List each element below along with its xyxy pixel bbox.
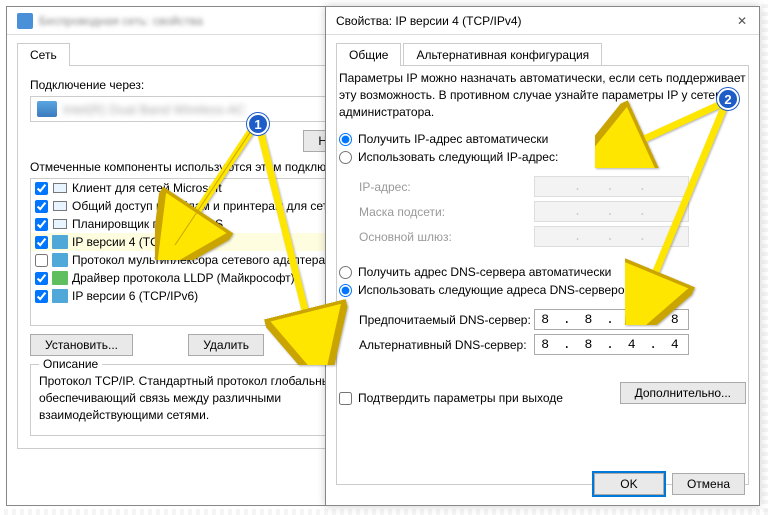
annotation-arrow-2b — [625, 100, 735, 328]
decorative-edge — [0, 509, 768, 515]
install-button[interactable]: Установить... — [30, 334, 133, 356]
adapter-card-icon — [37, 101, 57, 117]
component-checkbox[interactable] — [35, 272, 48, 285]
ip-address-label: IP-адрес: — [359, 180, 534, 194]
adapter-icon — [17, 13, 33, 29]
advanced-button[interactable]: Дополнительно... — [620, 382, 746, 404]
component-checkbox[interactable] — [35, 200, 48, 213]
subnet-mask-label: Маска подсети: — [359, 205, 534, 219]
validate-label: Подтвердить параметры при выходе — [358, 391, 563, 405]
remove-button[interactable]: Удалить — [188, 334, 264, 356]
decorative-edge — [762, 0, 768, 515]
annotation-arrow-1a — [155, 120, 265, 263]
component-checkbox[interactable] — [35, 290, 48, 303]
cancel-button[interactable]: Отмена — [672, 473, 745, 495]
gateway-label: Основной шлюз: — [359, 230, 534, 244]
component-checkbox[interactable] — [35, 236, 48, 249]
annotation-badge-1: 1 — [247, 113, 269, 135]
component-checkbox[interactable] — [35, 182, 48, 195]
close-icon[interactable]: ✕ — [733, 12, 751, 30]
annotation-arrow-1b — [255, 125, 355, 368]
ok-button[interactable]: OK — [594, 473, 664, 495]
alt-dns-label: Альтернативный DNS-сервер: — [359, 338, 534, 352]
window-title-left: Беспроводная сеть: свойства — [39, 14, 203, 28]
advanced-row: Подтвердить параметры при выходе Дополни… — [339, 381, 746, 405]
tabs-right: Общие Альтернативная конфигурация — [336, 43, 749, 66]
tab-network[interactable]: Сеть — [17, 43, 70, 66]
validate-row[interactable]: Подтвердить параметры при выходе — [339, 391, 563, 405]
window-title-right: Свойства: IP версии 4 (TCP/IPv4) — [336, 14, 522, 28]
radio-manual-dns-label: Использовать следующие адреса DNS-сервер… — [358, 283, 634, 297]
alt-dns-input[interactable]: 8 . 8 . 4 . 4 — [534, 334, 689, 355]
pref-dns-label: Предпочитаемый DNS-сервер: — [359, 313, 534, 327]
radio-auto-ip-label: Получить IP-адрес автоматически — [358, 132, 548, 146]
radio-manual-ip-label: Использовать следующий IP-адрес: — [358, 150, 558, 164]
component-label: IP версии 6 (TCP/IPv6) — [72, 289, 198, 303]
validate-checkbox[interactable] — [339, 392, 352, 405]
description-title: Описание — [39, 357, 102, 371]
titlebar-right: Свойства: IP версии 4 (TCP/IPv4) ✕ — [326, 7, 759, 35]
tab-general[interactable]: Общие — [336, 43, 401, 66]
radio-auto-dns-label: Получить адрес DNS-сервера автоматически — [358, 265, 611, 279]
dialog-buttons: OK Отмена — [594, 473, 745, 495]
component-checkbox[interactable] — [35, 254, 48, 267]
annotation-badge-2: 2 — [717, 88, 739, 110]
tab-alt-config[interactable]: Альтернативная конфигурация — [403, 43, 602, 66]
component-checkbox[interactable] — [35, 218, 48, 231]
